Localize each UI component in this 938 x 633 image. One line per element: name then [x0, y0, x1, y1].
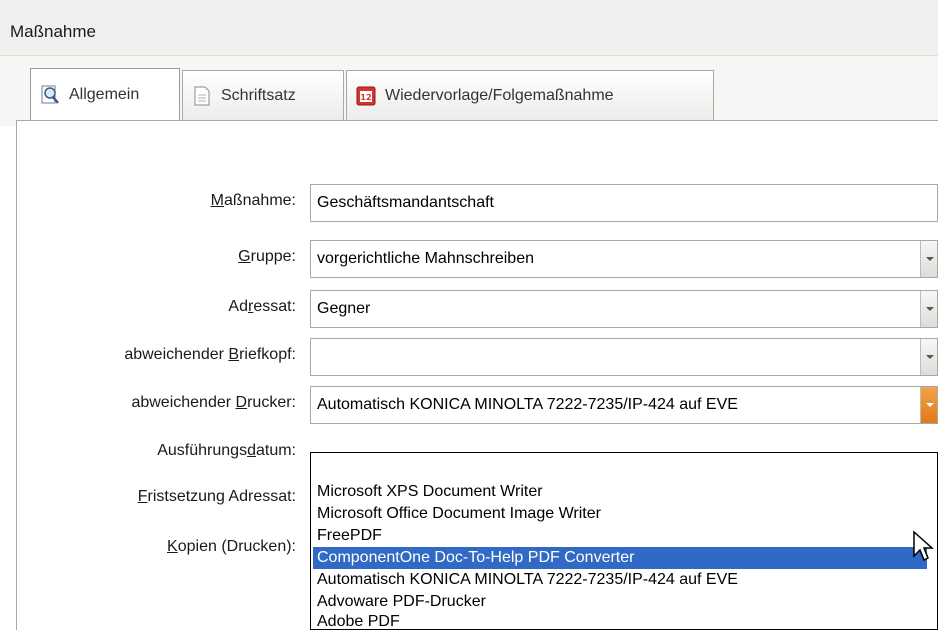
- label-kopien: Kopien (Drucken):: [167, 538, 296, 555]
- chevron-down-icon: [926, 403, 934, 407]
- tab-wiedervorlage[interactable]: 12 Wiedervorlage/Folgemaßnahme: [346, 70, 714, 120]
- label-drucker: abweichender Drucker:: [131, 394, 296, 411]
- drucker-dropdown-list[interactable]: Microsoft XPS Document Writer Microsoft …: [310, 452, 938, 630]
- gruppe-combobox[interactable]: vorgerichtliche Mahnschreiben: [310, 240, 938, 278]
- dropdown-option[interactable]: Automatisch KONICA MINOLTA 7222-7235/IP-…: [313, 569, 927, 591]
- dropdown-option[interactable]: FreePDF: [313, 525, 927, 547]
- gruppe-dropdown-button[interactable]: [920, 241, 937, 277]
- mouse-cursor-icon: [913, 530, 934, 562]
- label-massnahme: Maßnahme:: [210, 192, 296, 209]
- gruppe-value: vorgerichtliche Mahnschreiben: [317, 250, 534, 267]
- dropdown-option-selected[interactable]: ComponentOne Doc-To-Help PDF Converter: [313, 547, 927, 569]
- window-title: Maßnahme: [10, 22, 96, 41]
- adressat-dropdown-button[interactable]: [920, 291, 937, 327]
- massnahme-input[interactable]: Geschäftsmandantschaft: [310, 184, 938, 222]
- window-titlebar: Maßnahme: [0, 0, 938, 56]
- tab-label: Schriftsatz: [221, 86, 296, 104]
- drucker-combobox[interactable]: Automatisch KONICA MINOLTA 7222-7235/IP-…: [310, 386, 938, 424]
- tab-label: Allgemein: [69, 85, 140, 103]
- label-ausfuehrungsdatum: Ausführungsdatum:: [157, 442, 296, 459]
- drucker-value: Automatisch KONICA MINOLTA 7222-7235/IP-…: [317, 396, 738, 413]
- briefkopf-combobox[interactable]: [310, 338, 938, 376]
- label-gruppe: Gruppe:: [238, 248, 296, 265]
- label-briefkopf: abweichender Briefkopf:: [124, 346, 296, 363]
- dropdown-option[interactable]: Microsoft XPS Document Writer: [313, 481, 927, 503]
- dropdown-option[interactable]: Advoware PDF-Drucker: [313, 591, 927, 613]
- dropdown-option-empty[interactable]: [313, 457, 927, 479]
- tab-allgemein[interactable]: Allgemein: [30, 68, 180, 120]
- magnifier-document-icon: [39, 84, 61, 106]
- tab-schriftsatz[interactable]: Schriftsatz: [182, 70, 344, 120]
- svg-text:12: 12: [360, 93, 371, 102]
- adressat-value: Gegner: [317, 300, 371, 317]
- tab-label: Wiedervorlage/Folgemaßnahme: [385, 86, 614, 104]
- briefkopf-dropdown-button[interactable]: [920, 339, 937, 375]
- drucker-dropdown-button[interactable]: [920, 387, 937, 423]
- chevron-down-icon: [926, 257, 934, 261]
- dropdown-option[interactable]: Microsoft Office Document Image Writer: [313, 503, 927, 525]
- chevron-down-icon: [926, 355, 934, 359]
- document-icon: [191, 85, 213, 107]
- chevron-down-icon: [926, 307, 934, 311]
- calendar-12-icon: 12: [355, 85, 377, 107]
- massnahme-value: Geschäftsmandantschaft: [317, 194, 494, 211]
- label-fristsetzung: Fristsetzung Adressat:: [137, 488, 296, 505]
- label-adressat: Adressat:: [228, 298, 296, 315]
- adressat-combobox[interactable]: Gegner: [310, 290, 938, 328]
